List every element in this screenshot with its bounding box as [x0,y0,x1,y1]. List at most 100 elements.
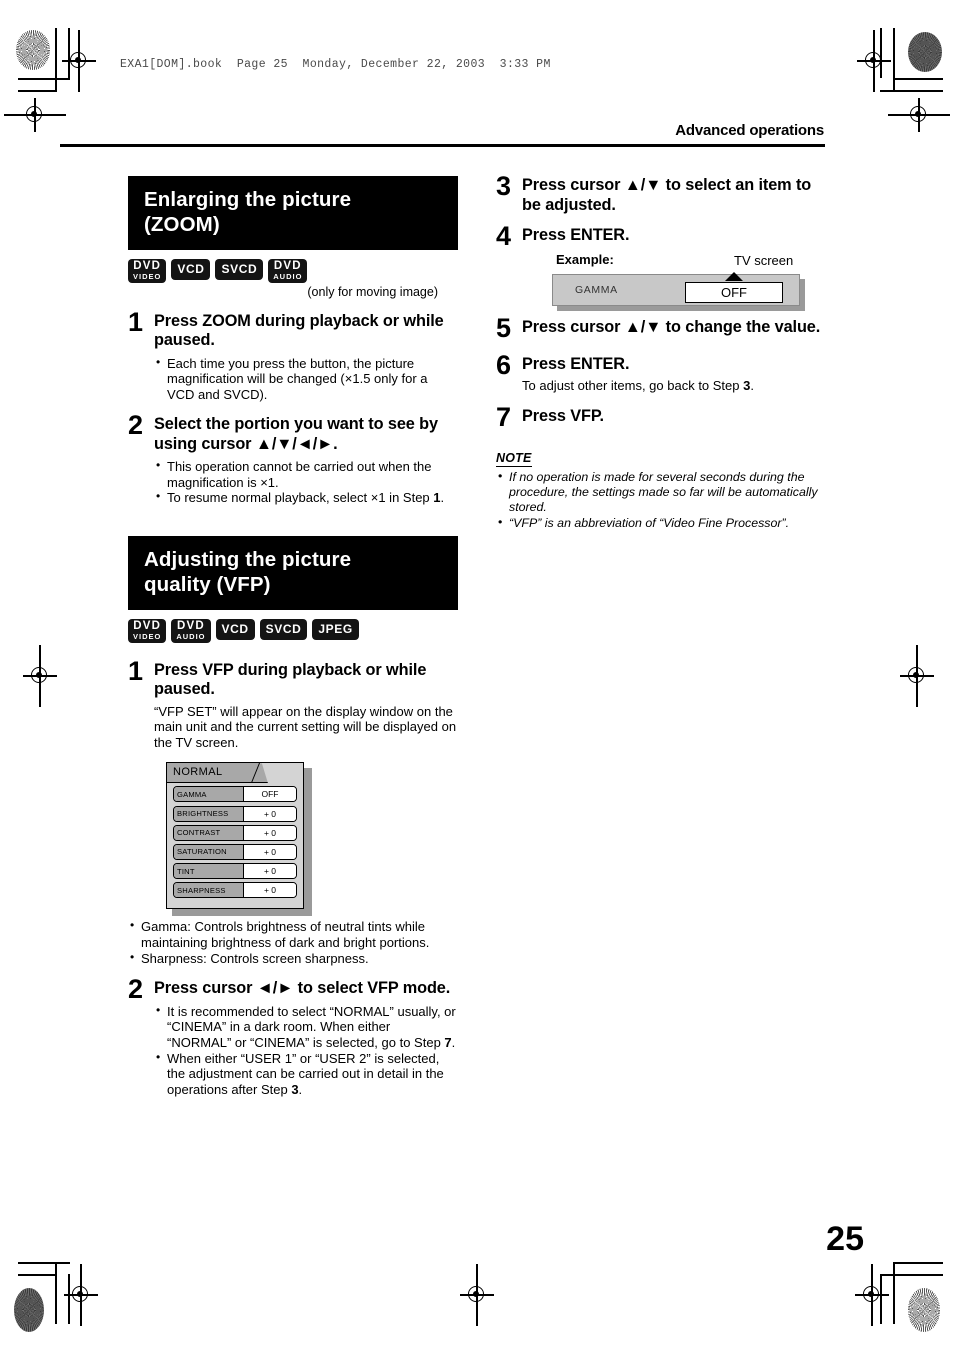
disc-badge-dvd-audio: DVD AUDIO [268,259,308,283]
vfp-row-value: + 0 [244,864,296,879]
section-heading-zoom: Enlarging the picture (ZOOM) [128,176,458,250]
vfp-row-label: CONTRAST [174,825,244,840]
section-heading-vfp-line1: Adjusting the picture [144,548,352,572]
density-patch [908,32,942,72]
step-7: 7 Press VFP. [496,403,826,431]
bullet-item: Each time you press the button, the pict… [154,355,458,403]
step-description: To adjust other items, go back to Step 3… [522,378,754,393]
registration-mark-right-top [888,98,950,132]
step-heading: Press cursor ◄/► to select VFP mode. [154,979,451,998]
step-heading: Press cursor ▲/▼ to select an item to be… [522,176,812,214]
crop-line [880,1274,943,1276]
vfp-mode-tab: NORMAL [167,763,303,784]
step-vfp-2: 2 Press cursor ◄/► to select VFP mode. I… [128,974,458,1098]
step-heading: Press VFP. [522,406,604,425]
disc-badge-vcd: VCD [215,619,255,641]
bullet-item: It is recommended to select “NORMAL” usu… [154,1003,458,1051]
crop-line [18,78,70,80]
step-number: 5 [496,312,512,343]
disc-badge-jpeg: JPEG [312,619,359,641]
registration-mark-left-middle [23,645,57,707]
step-number: 2 [128,974,144,1005]
registration-mark-right-middle [900,645,934,707]
crop-line [55,28,57,90]
file-stamp: EXA1[DOM].book Page 25 Monday, December … [120,58,551,71]
registration-mark-bottom-center [460,1264,494,1326]
step-5: 5 Press cursor ▲/▼ to change the value. [496,312,826,343]
step-number: 2 [128,410,144,441]
vfp-row-tint[interactable]: TINT + 0 [173,863,297,880]
tv-screen: GAMMA OFF [552,271,800,306]
density-patch [908,1288,940,1332]
step-zoom-1: 1 Press ZOOM during playback or while pa… [128,306,458,403]
registration-mark-bottom-right [855,1264,889,1326]
badge-line2: VIDEO [133,632,162,642]
badge-line1: SVCD [221,262,258,276]
section-heading-zoom-line2: (ZOOM) [144,213,220,236]
bullet-item: Sharpness: Controls screen sharpness. [128,950,458,967]
vfp-row-contrast[interactable]: CONTRAST + 0 [173,824,297,841]
step-number: 1 [128,306,144,337]
vfp-row-label: BRIGHTNESS [174,806,244,821]
disc-badge-dvd-video: DVD VIDEO [128,619,167,643]
step-heading: Press ZOOM during playback or while paus… [154,311,444,350]
badge-line1: DVD [176,620,205,633]
step-number: 4 [496,221,512,251]
step-heading: Press VFP during playback or while pause… [154,660,427,699]
step-heading: Select the portion you want to see by us… [154,415,438,453]
left-column: Enlarging the picture (ZOOM) DVD VIDEO V… [128,176,458,1097]
vfp-row-label: SATURATION [174,844,244,859]
disc-badge-svcd: SVCD [215,259,264,280]
vfp-row-gamma[interactable]: GAMMA OFF [173,786,297,803]
density-patch [14,1288,44,1332]
step-heading: Press ENTER. [522,226,630,244]
badge-line1: VCD [177,262,205,276]
note-item: “VFP” is an abbreviation of “Video Fine … [496,515,826,531]
badge-line1: DVD [133,260,162,272]
note-title: NOTE [496,450,532,467]
crop-line [880,90,943,92]
vfp-row-value: + 0 [244,825,296,840]
step-bullets: This operation cannot be carried out whe… [154,458,458,506]
example-label: Example: [556,251,614,267]
vfp-row-label: SHARPNESS [174,883,244,898]
badge-line1: SVCD [265,622,302,637]
crop-line [893,78,943,80]
crop-line [893,28,895,90]
bullet-item: To resume normal playback, select ×1 in … [154,489,458,506]
badge-line2: VIDEO [133,272,162,281]
step-description: “VFP SET” will appear on the display win… [154,703,457,750]
step-3: 3 Press cursor ▲/▼ to select an item to … [496,173,826,215]
registration-mark-top-left [62,30,96,92]
step-heading: Press cursor ▲/▼ to change the value. [522,317,821,336]
page-number: 25 [826,1220,864,1258]
step-4: 4 Press ENTER. Example: TV screen GAMMA … [496,221,826,311]
vfp-row-saturation[interactable]: SATURATION + 0 [173,843,297,860]
step-bullets: Each time you press the button, the pict… [154,355,458,403]
running-head-section: Advanced operations [675,122,824,139]
section-heading-zoom-line1: Enlarging the picture [144,188,352,211]
crop-line [18,1262,70,1264]
badge-line1: JPEG [318,622,353,637]
badge-line1: DVD [133,620,162,633]
crop-line [55,1262,57,1324]
tv-screen-label: TV screen [734,252,794,268]
disc-badges-vfp: DVD VIDEO DVD AUDIO VCD SVCD JPEG [128,619,458,643]
section-heading-vfp-line2: quality (VFP) [144,573,271,597]
badge-line2: AUDIO [176,632,206,642]
bullet-item: When either “USER 1” or “USER 2” is sele… [154,1050,458,1098]
registration-mark-top-right [857,30,891,92]
vfp-row-brightness[interactable]: BRIGHTNESS + 0 [173,805,297,822]
step-vfp-1: 1 Press VFP during playback or while pau… [128,657,458,751]
registration-mark-bottom-left [64,1264,98,1326]
tv-item-label: GAMMA [575,283,618,296]
vfp-row-value: + 0 [244,806,296,821]
vfp-row-sharpness[interactable]: SHARPNESS + 0 [173,882,297,899]
step-bullets: It is recommended to select “NORMAL” usu… [154,1003,458,1098]
crop-line [893,1262,943,1264]
vfp-row-value: + 0 [244,844,296,859]
vfp-row-value: + 0 [244,883,296,898]
step-heading: Press ENTER. [522,354,630,373]
badge-line1: VCD [221,622,249,637]
note-item: If no operation is made for several seco… [496,469,826,515]
